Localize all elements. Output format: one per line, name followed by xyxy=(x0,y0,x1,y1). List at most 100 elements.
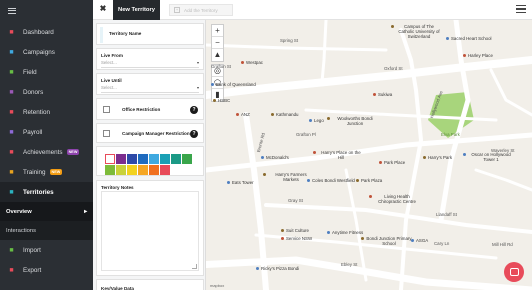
map-pin-icon[interactable] xyxy=(281,237,284,240)
map-pin-icon[interactable] xyxy=(281,229,284,232)
chat-button[interactable] xyxy=(504,262,524,282)
top-bar: ✖ New Territory + Add the Territory xyxy=(93,0,532,20)
close-icon[interactable]: ✖ xyxy=(97,3,109,15)
help-icon[interactable]: ? xyxy=(190,130,198,138)
map-pin-icon[interactable] xyxy=(241,61,244,64)
map-pin-icon[interactable] xyxy=(327,231,330,234)
map-pin-icon[interactable] xyxy=(236,113,239,116)
territory-name-field[interactable]: Territory Name xyxy=(96,23,204,45)
color-swatch[interactable] xyxy=(105,165,115,175)
sidebar-item-label: Import xyxy=(23,246,41,254)
tab-new-territory[interactable]: New Territory xyxy=(113,0,160,20)
map-pin-icon[interactable] xyxy=(271,113,274,116)
color-swatch[interactable] xyxy=(127,165,137,175)
map-pin-icon[interactable] xyxy=(391,25,394,28)
sidebar-item-achievements[interactable]: ■ Achievements NEW xyxy=(0,142,93,162)
color-swatch[interactable] xyxy=(149,165,159,175)
map-pin-icon[interactable] xyxy=(423,156,426,159)
map-label: Park Place xyxy=(384,160,406,165)
map-pin-icon[interactable] xyxy=(463,54,466,57)
map-label: Westpac xyxy=(246,60,264,65)
color-swatch[interactable] xyxy=(171,154,181,164)
map-pin-icon[interactable] xyxy=(369,195,372,198)
hamburger-menu-icon[interactable] xyxy=(8,8,16,14)
color-swatch[interactable] xyxy=(149,154,159,164)
map-label: Lego xyxy=(314,118,324,123)
map-label: Woolworths Bondi Junction xyxy=(337,116,373,126)
list-icon[interactable] xyxy=(516,5,526,14)
live-from-select[interactable]: Select... ▾ xyxy=(101,60,199,68)
color-swatch[interactable] xyxy=(182,154,192,164)
sidebar-item-campaigns[interactable]: ■ Campaigns xyxy=(0,42,93,62)
map-pin-icon[interactable] xyxy=(361,237,364,240)
color-swatch[interactable] xyxy=(160,154,170,164)
map-pin-icon[interactable] xyxy=(379,161,382,164)
zoom-in-button[interactable]: + xyxy=(212,25,223,37)
zoom-out-button[interactable]: − xyxy=(212,37,223,49)
sidebar-item-payroll[interactable]: ■ Payroll xyxy=(0,122,93,142)
sidebar-item-import[interactable]: ■ Import xyxy=(0,240,93,260)
sidebar-item-field[interactable]: ■ Field xyxy=(0,62,93,82)
sidebar-item-training[interactable]: ■ Training NEW xyxy=(0,162,93,182)
territory-form-panel: Territory Name Live From Select... ▾ Liv… xyxy=(93,20,206,290)
map-pin-icon[interactable] xyxy=(373,93,376,96)
live-from-placeholder: Select... xyxy=(101,60,117,65)
map-pin-icon[interactable] xyxy=(309,119,312,122)
map-pin-icon[interactable] xyxy=(463,153,466,156)
sidebar-item-donors[interactable]: ■ Donors xyxy=(0,82,93,102)
sidebar-item-dashboard[interactable]: ■ Dashboard xyxy=(0,22,93,42)
sidebar-item-export[interactable]: ■ Export xyxy=(0,260,93,280)
color-swatch[interactable] xyxy=(116,154,126,164)
map-pin-icon[interactable] xyxy=(313,151,316,154)
map-label: Oscar on Hollywood Tower 1 xyxy=(471,152,511,162)
map-label: Harry's Place on the Hill xyxy=(321,150,361,160)
live-until-placeholder: Select... xyxy=(101,85,117,90)
map[interactable]: + − ▲ ◎ ⬠ ▮ Campus of The Catholic Unive… xyxy=(206,20,532,290)
add-territory-button[interactable]: + Add the Territory xyxy=(169,4,233,16)
color-swatch[interactable] xyxy=(138,154,148,164)
color-swatch[interactable] xyxy=(160,165,170,175)
sidebar-item-label: Territories xyxy=(23,188,54,196)
color-swatch[interactable] xyxy=(138,165,148,175)
color-swatch[interactable] xyxy=(105,154,115,164)
sidebar-item-retention[interactable]: ■ Retention xyxy=(0,102,93,122)
map-pin-icon[interactable] xyxy=(411,239,414,242)
sidebar-subitem-overview[interactable]: Overview ▸ xyxy=(0,202,93,221)
map-label: Llandaff St xyxy=(436,212,457,217)
sidebar-subitem-label: Interactions xyxy=(6,227,36,234)
map-label: Grafton St xyxy=(211,64,232,69)
map-label: Bondi Junction Primary School xyxy=(366,236,412,246)
territory-notes-textarea[interactable] xyxy=(101,191,199,271)
map-label: Ebley St xyxy=(341,262,358,267)
map-pin-icon[interactable] xyxy=(307,179,310,182)
map-pin-icon[interactable] xyxy=(213,99,216,102)
map-pin-icon[interactable] xyxy=(261,156,264,159)
campaign-manager-checkbox[interactable] xyxy=(103,130,110,137)
retention-icon: ■ xyxy=(9,108,14,116)
help-icon[interactable]: ? xyxy=(190,106,198,114)
sidebar-header xyxy=(0,0,93,22)
map-pin-icon[interactable] xyxy=(227,181,230,184)
live-until-select[interactable]: Select... ▾ xyxy=(101,85,199,93)
sidebar-subitem-interactions[interactable]: Interactions xyxy=(0,221,93,240)
office-restriction-checkbox[interactable] xyxy=(103,106,110,113)
campaign-manager-label: Campaign Manager Restriction xyxy=(122,131,190,136)
territory-notes-field: Territory Notes xyxy=(96,180,204,276)
map-pin-icon[interactable] xyxy=(356,179,359,182)
resize-handle-icon[interactable] xyxy=(192,264,197,269)
territory-name-label: Territory Name xyxy=(109,31,142,36)
map-pin-icon[interactable] xyxy=(211,83,214,86)
map-pin-icon[interactable] xyxy=(327,117,330,120)
map-pin-icon[interactable] xyxy=(263,173,266,176)
sidebar-item-territories[interactable]: ■ Territories xyxy=(0,182,93,202)
color-swatch[interactable] xyxy=(127,154,137,164)
map-label: Harry's Park xyxy=(428,155,453,160)
sidebar-nav: ■ Dashboard ■ Campaigns ■ Field ■ Donors ■ Retent… xyxy=(0,22,93,202)
sidebar-item-label: Payroll xyxy=(23,128,43,136)
map-pin-icon[interactable] xyxy=(446,37,449,40)
map-label: Living Health Chiropractic Centre xyxy=(378,194,416,204)
color-swatch[interactable] xyxy=(116,165,126,175)
compass-icon[interactable]: ▲ xyxy=(212,49,223,61)
map-pin-icon[interactable] xyxy=(256,267,259,270)
color-picker xyxy=(96,146,204,176)
